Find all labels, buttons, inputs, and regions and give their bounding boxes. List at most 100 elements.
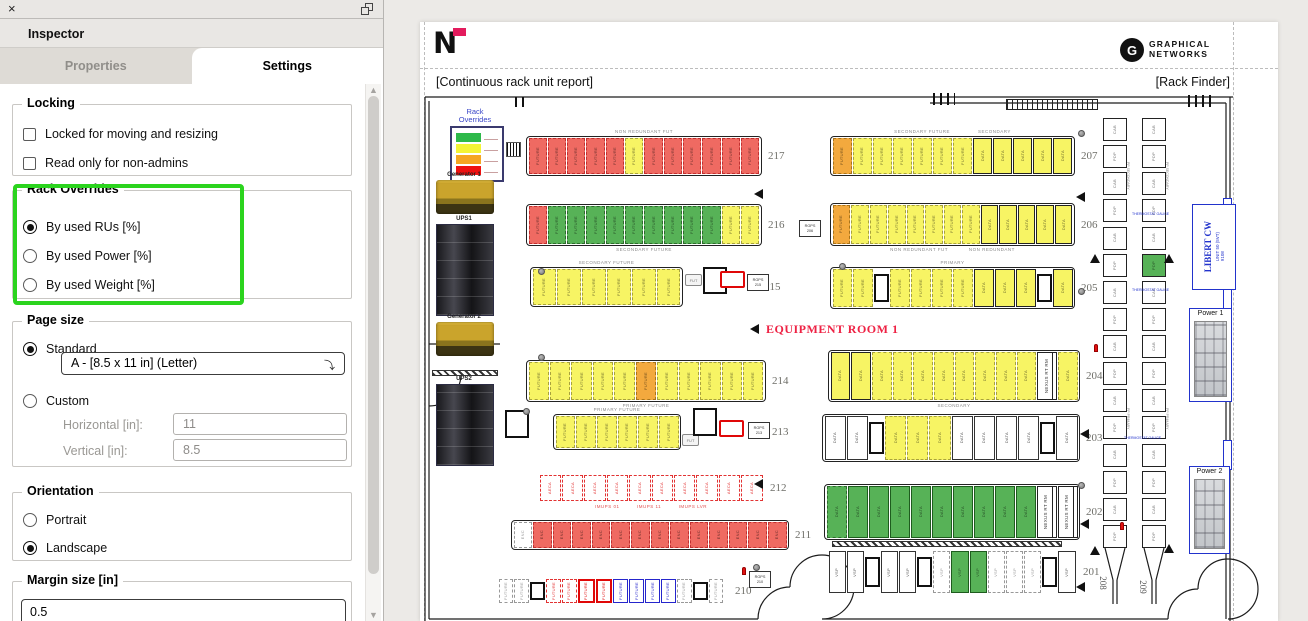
radio-row[interactable]: By used RUs [%]	[23, 217, 140, 237]
legend-swatch	[456, 155, 481, 164]
rack-cell: DATA	[934, 352, 954, 400]
vertical-input[interactable]	[173, 439, 347, 461]
checkbox-label: Locked for moving and resizing	[45, 127, 218, 141]
tab-settings[interactable]: Settings	[192, 48, 384, 84]
radio[interactable]	[23, 513, 37, 527]
rack-cell: AECA	[629, 475, 650, 501]
rack-cell: DATA	[831, 352, 851, 400]
legend-swatch	[456, 144, 481, 153]
rack-cell: PDP	[1142, 525, 1166, 548]
company-logo: N	[433, 26, 473, 64]
margin-input[interactable]	[21, 599, 346, 621]
radio-row[interactable]: Landscape	[23, 538, 107, 558]
rack-cell: DATA	[890, 486, 910, 538]
rack-cell: FUTURE	[853, 269, 873, 307]
radio-row[interactable]: Portrait	[23, 510, 86, 530]
rack-cell: FUTURE	[596, 579, 613, 603]
paper-size-select[interactable]: A - [8.5 x 11 in] (Letter) ⤵	[61, 352, 345, 375]
rack-cell: FUTURE	[606, 206, 624, 244]
rack-cell	[530, 582, 545, 599]
radio[interactable]	[23, 541, 37, 555]
rack-cell: DATA	[1056, 416, 1077, 460]
checkbox-row[interactable]: Locked for moving and resizing	[23, 124, 218, 144]
rack-cell: DATA	[1036, 205, 1054, 244]
rack-cell: FUTURE	[679, 362, 699, 400]
legend-entry-label	[484, 158, 498, 162]
rack-cell: DATA	[999, 205, 1017, 244]
radio-row[interactable]: By used Weight [%]	[23, 275, 155, 295]
camera-dome-icon	[538, 268, 545, 275]
rack-cell: FUTURE	[606, 138, 624, 174]
radio-row[interactable]: By used Power [%]	[23, 246, 152, 266]
rack-cell: CAB	[1142, 389, 1166, 412]
direction-arrow-icon	[1090, 546, 1100, 555]
close-icon[interactable]: ×	[8, 1, 16, 16]
rack-cell: FUTURE	[870, 205, 888, 244]
custom-radio[interactable]	[23, 394, 37, 408]
rack-cell: FUTURE	[529, 362, 549, 400]
generator-image	[436, 322, 494, 356]
rack-cell: CAB	[1103, 444, 1127, 467]
rack-cell: FUTURE	[556, 416, 576, 448]
rack-cell: FUTURE	[629, 579, 644, 603]
settings-content: Locking Locked for moving and resizingRe…	[0, 84, 365, 621]
rack-cell	[874, 274, 889, 301]
preview-canvas[interactable]: N G GRAPHICAL NETWORKS [Continuous rack …	[385, 0, 1308, 621]
rack-cell: CAB	[1103, 118, 1127, 141]
rack-cell: FUTURE	[890, 269, 910, 307]
rack-cell: FUTURE	[638, 416, 658, 448]
scroll-up-icon[interactable]: ▲	[369, 85, 378, 95]
radio[interactable]	[23, 220, 37, 234]
radio-label: Landscape	[46, 541, 107, 555]
restore-window-icon[interactable]	[361, 3, 373, 15]
rack-cell: DATA	[911, 486, 931, 538]
scrollbar-thumb[interactable]	[368, 96, 379, 574]
checkbox[interactable]	[23, 128, 36, 141]
radio[interactable]	[23, 249, 37, 263]
equipment-label: UPS1	[434, 216, 494, 222]
rack-cell: DATA	[848, 486, 868, 538]
fire-extinguisher-icon	[742, 567, 746, 575]
rack-row: FUTUREFUTUREFUTUREFUTUREFUTUREFUTURE	[530, 267, 683, 307]
rack-cell: CAB	[1103, 335, 1127, 358]
scroll-down-icon[interactable]: ▼	[369, 610, 378, 620]
camera-dome-icon	[1078, 288, 1085, 295]
margin-guide-right	[1233, 22, 1234, 621]
rack-cell: DATA	[993, 138, 1012, 174]
rack-cell: ENC	[748, 522, 767, 548]
alarm-box	[720, 271, 745, 288]
rack-cell: PDP	[1103, 362, 1127, 385]
rack-cell: PDP	[1142, 362, 1166, 385]
checkbox[interactable]	[23, 157, 36, 170]
rack-row-caption: NON REDUNDANT FUT NON REDUNDANT	[830, 247, 1075, 253]
rack-cell: AECA	[562, 475, 583, 501]
rack-row: FUTUREFUTUREFUTUREFUTUREFUTUREFUTUREFUTU…	[830, 203, 1075, 246]
rack-cell: PDP	[1103, 199, 1127, 222]
radio[interactable]	[23, 278, 37, 292]
rack-row: DATADATADATADATADATADATADATADATADATADATA	[822, 414, 1080, 462]
rack-cell: DATA	[1053, 138, 1072, 174]
rack-cell: PDP	[1142, 254, 1166, 277]
rack-cell: FUTURE	[661, 579, 676, 603]
horizontal-input[interactable]	[173, 413, 347, 435]
rack-row-caption: PRIMARY	[830, 260, 1075, 266]
rack-cell: DATA	[929, 416, 950, 460]
orientation-fieldset: Orientation PortraitLandscape	[12, 492, 352, 561]
custom-radio-row[interactable]: Custom	[23, 391, 89, 411]
rack-cell: CAB	[1142, 227, 1166, 250]
panel-title: Inspector	[0, 19, 383, 48]
rack-cell: DATA	[952, 416, 973, 460]
direction-arrow-icon	[1076, 192, 1085, 202]
rack-cell: FUTURE	[657, 269, 681, 305]
panel-scrollbar[interactable]: ▲ ▼	[365, 84, 381, 621]
rack-cell: FUTURE	[741, 138, 759, 174]
direction-arrow-icon	[1164, 544, 1174, 553]
standard-radio[interactable]	[23, 342, 37, 356]
rack-row-number: 214	[772, 375, 789, 387]
rack-cell: ENC	[611, 522, 630, 548]
camera-dome-icon	[1078, 482, 1085, 489]
tab-properties[interactable]: Properties	[0, 48, 192, 84]
checkbox-row[interactable]: Read only for non-admins	[23, 153, 188, 173]
rack-cell: FUTURE	[529, 138, 547, 174]
rack-cell: FUTURE	[499, 579, 514, 603]
